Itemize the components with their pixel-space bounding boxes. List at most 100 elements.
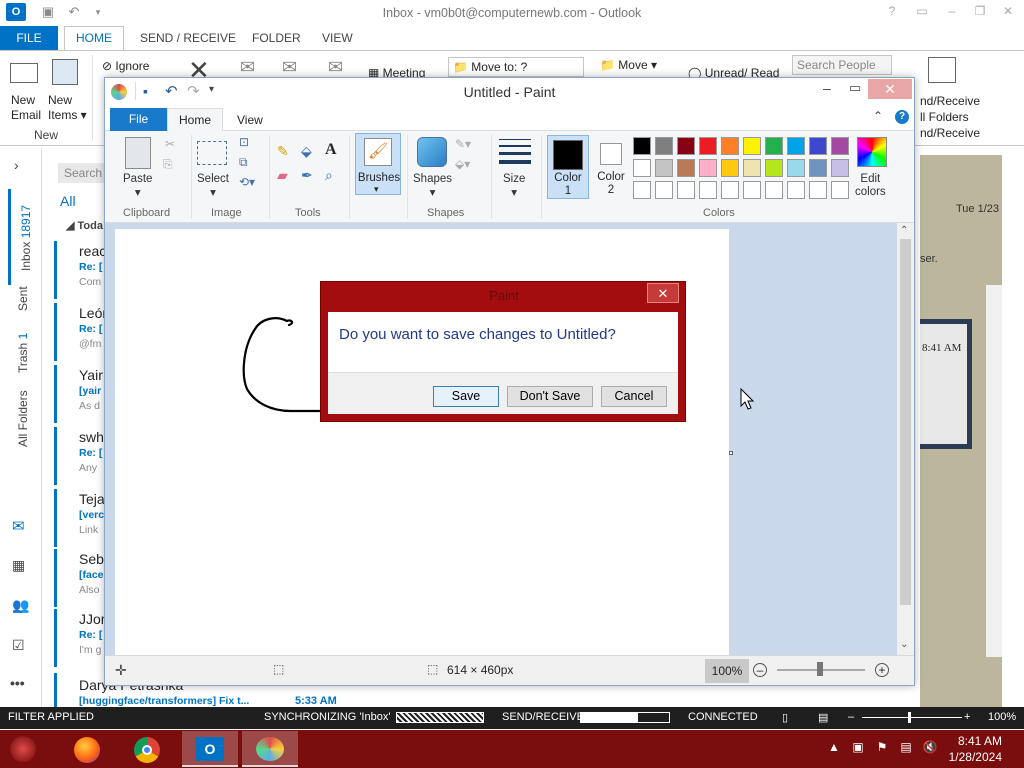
save-button[interactable]: Save bbox=[433, 386, 499, 407]
undo-icon[interactable]: ↶ bbox=[165, 82, 178, 100]
magnifier-icon[interactable]: ⌕ bbox=[325, 167, 333, 184]
color-swatch[interactable] bbox=[721, 137, 739, 155]
color-swatch[interactable] bbox=[787, 159, 805, 177]
clock[interactable]: 8:41 AM 1/28/2024 bbox=[949, 733, 1002, 765]
chrome-taskbar-button[interactable] bbox=[120, 731, 176, 767]
save-icon[interactable]: ▪ bbox=[143, 83, 148, 99]
color-swatch[interactable] bbox=[809, 159, 827, 177]
new-items-icon[interactable] bbox=[52, 59, 78, 85]
minimize-ribbon-icon[interactable]: ⌃ bbox=[873, 109, 883, 123]
move-to-quickstep[interactable]: 📁 Move to: ? bbox=[448, 57, 584, 77]
scroll-thumb[interactable] bbox=[900, 239, 911, 605]
cut-icon[interactable]: ✂ bbox=[165, 137, 175, 151]
reply-icon[interactable]: ✉ bbox=[240, 57, 255, 78]
new-items-button[interactable]: New Items ▾ bbox=[48, 93, 87, 123]
color-swatch[interactable] bbox=[677, 181, 695, 199]
color-swatch[interactable] bbox=[831, 137, 849, 155]
normal-view-icon[interactable]: ▯ bbox=[782, 711, 788, 724]
zoom-thumb[interactable] bbox=[908, 712, 911, 723]
color-swatch[interactable] bbox=[831, 181, 849, 199]
tab-home[interactable]: Home bbox=[167, 108, 223, 132]
select-icon[interactable] bbox=[197, 141, 227, 165]
resize-icon[interactable]: ⧉ bbox=[239, 155, 248, 170]
minimize-icon[interactable]: – bbox=[942, 4, 962, 20]
undo-icon[interactable]: ↶ bbox=[66, 4, 82, 20]
redo-icon[interactable]: ↷ bbox=[187, 82, 200, 100]
color-swatch[interactable] bbox=[721, 181, 739, 199]
display-tray-icon[interactable]: ▤ bbox=[898, 740, 914, 756]
customize-quick-access-icon[interactable]: ▾ bbox=[209, 84, 214, 95]
expand-folder-pane-icon[interactable]: › bbox=[14, 157, 19, 173]
tab-file[interactable]: File bbox=[110, 108, 167, 131]
help-icon[interactable]: ? bbox=[895, 110, 909, 124]
color-swatch[interactable] bbox=[831, 159, 849, 177]
search-people-input[interactable]: Search People bbox=[792, 55, 892, 75]
color-swatch[interactable] bbox=[743, 159, 761, 177]
inbox-folder-button[interactable]: Inbox 18917 bbox=[8, 189, 38, 285]
new-email-icon[interactable] bbox=[10, 63, 38, 83]
shapes-button[interactable]: Shapes ▾ bbox=[413, 173, 452, 199]
dialog-close-icon[interactable]: ✕ bbox=[647, 283, 679, 303]
paint-taskbar-button[interactable] bbox=[242, 731, 298, 767]
trash-folder-button[interactable]: Trash 1 bbox=[16, 333, 30, 373]
restore-icon[interactable]: ❐ bbox=[970, 4, 990, 20]
cancel-button[interactable]: Cancel bbox=[601, 386, 667, 407]
tab-send-receive[interactable]: SEND / RECEIVE bbox=[140, 31, 236, 45]
ignore-button[interactable]: ⊘ Ignore bbox=[102, 59, 149, 73]
search-input[interactable]: Search bbox=[58, 163, 108, 183]
outlook-taskbar-button[interactable]: O bbox=[182, 731, 238, 767]
paste-icon[interactable] bbox=[125, 137, 151, 169]
send-receive-icon[interactable] bbox=[928, 57, 956, 83]
eraser-icon[interactable]: ▰ bbox=[277, 167, 288, 184]
color-swatch[interactable] bbox=[809, 181, 827, 199]
zoom-slider[interactable] bbox=[862, 717, 962, 718]
reply-all-icon[interactable]: ✉ bbox=[282, 57, 297, 78]
color-swatch[interactable] bbox=[633, 181, 651, 199]
size-icon[interactable] bbox=[499, 139, 531, 165]
tab-home[interactable]: HOME bbox=[64, 26, 124, 51]
minimize-icon[interactable]: – bbox=[823, 80, 831, 96]
tab-view[interactable]: VIEW bbox=[322, 31, 353, 45]
move-button[interactable]: 📁 Move ▾ bbox=[600, 58, 657, 72]
select-button[interactable]: Select ▾ bbox=[197, 173, 229, 199]
pencil-icon[interactable]: ✎ bbox=[277, 143, 289, 160]
fill-style-icon[interactable]: ⬙▾ bbox=[455, 157, 470, 171]
zoom-in-icon[interactable]: + bbox=[964, 711, 970, 723]
filter-all[interactable]: All bbox=[60, 193, 76, 209]
ribbon-display-icon[interactable]: ▭ bbox=[912, 4, 932, 20]
brushes-button[interactable]: 🖌 Brushes ▾ bbox=[355, 133, 401, 195]
sent-folder-button[interactable]: Sent bbox=[16, 286, 30, 311]
color-swatch[interactable] bbox=[721, 159, 739, 177]
start-button[interactable] bbox=[10, 736, 36, 762]
tasks-icon[interactable]: ☑ bbox=[12, 637, 25, 654]
group-header-today[interactable]: ◢ Toda bbox=[66, 219, 103, 232]
size-button[interactable]: Size ▾ bbox=[503, 173, 525, 199]
reading-scrollbar[interactable] bbox=[986, 285, 1002, 657]
scroll-up-icon[interactable]: ⌃ bbox=[900, 225, 908, 236]
paste-button[interactable]: Paste ▾ bbox=[123, 173, 152, 199]
color-swatch[interactable] bbox=[787, 137, 805, 155]
people-icon[interactable]: 👥 bbox=[12, 597, 29, 614]
color-picker-icon[interactable]: ✒ bbox=[301, 167, 313, 184]
zoom-slider-thumb[interactable] bbox=[817, 662, 823, 676]
tab-folder[interactable]: FOLDER bbox=[252, 31, 301, 45]
color-swatch[interactable] bbox=[677, 159, 695, 177]
dont-save-button[interactable]: Don't Save bbox=[507, 386, 593, 407]
color-swatch[interactable] bbox=[655, 159, 673, 177]
new-email-button[interactable]: New Email bbox=[11, 93, 41, 123]
help-icon[interactable]: ? bbox=[882, 4, 902, 20]
copy-icon[interactable]: ⎘ bbox=[163, 157, 173, 172]
action-center-icon[interactable]: ⚑ bbox=[874, 740, 890, 756]
rotate-icon[interactable]: ⟲▾ bbox=[239, 175, 255, 189]
color-swatch[interactable] bbox=[699, 137, 717, 155]
shapes-icon[interactable] bbox=[417, 137, 447, 167]
close-icon[interactable]: ✕ bbox=[998, 4, 1018, 20]
vertical-scrollbar[interactable]: ⌃ ⌄ bbox=[897, 223, 914, 655]
calendar-icon[interactable]: ▦ bbox=[12, 557, 25, 574]
color-swatch[interactable] bbox=[743, 137, 761, 155]
paint-app-icon[interactable] bbox=[111, 84, 127, 100]
color-swatch[interactable] bbox=[787, 181, 805, 199]
outline-icon[interactable]: ✎▾ bbox=[455, 137, 471, 151]
forward-icon[interactable]: ✉ bbox=[328, 57, 343, 78]
color-swatch[interactable] bbox=[743, 181, 761, 199]
